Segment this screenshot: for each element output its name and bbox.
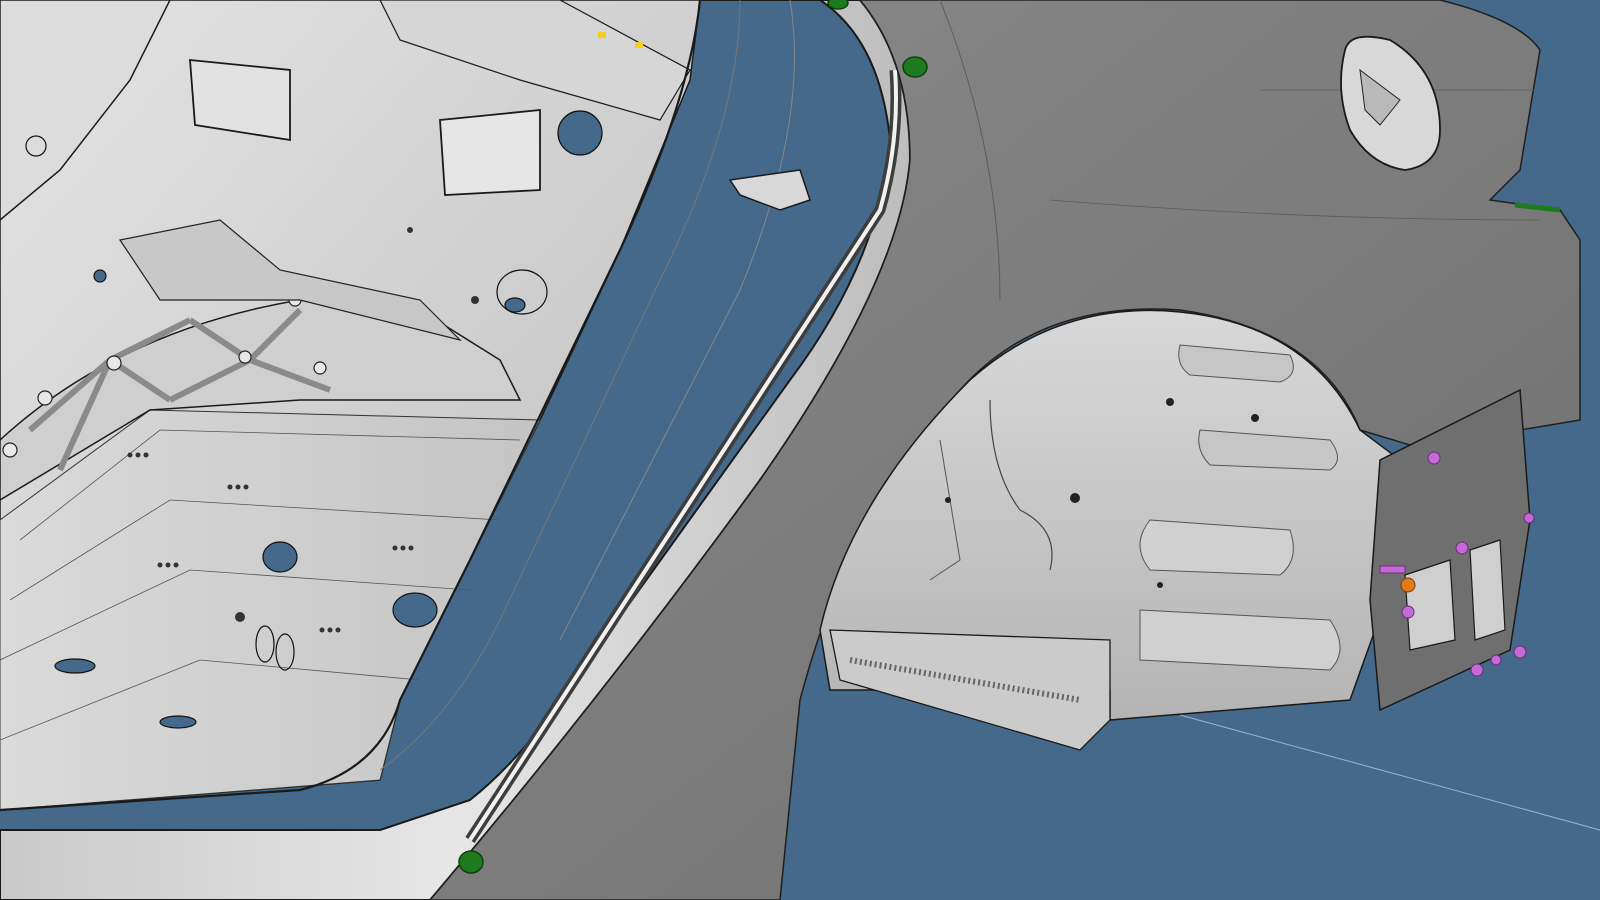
vehicle-body-model[interactable] (0, 0, 1600, 900)
cad-3d-viewport[interactable] (0, 0, 1600, 900)
